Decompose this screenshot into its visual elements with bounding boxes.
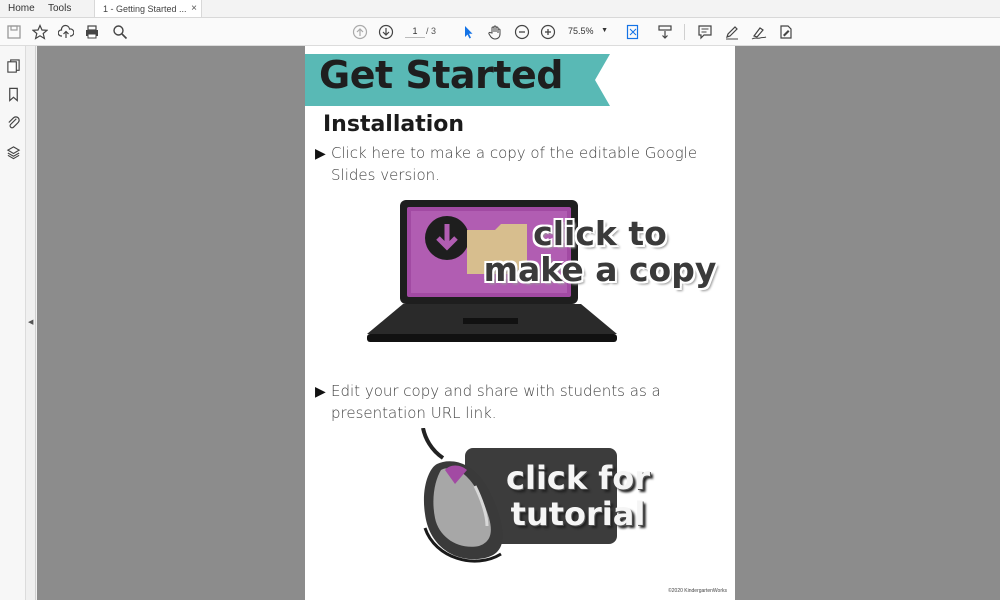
instruction-2-line-2: presentation URL link. xyxy=(331,404,497,422)
section-heading: Installation xyxy=(323,112,465,137)
tab-bar: Home Tools 1 - Getting Started ... × xyxy=(0,0,1000,18)
fill-sign-icon[interactable] xyxy=(775,22,795,42)
page-number-input[interactable]: 1 xyxy=(405,24,425,38)
tutorial-link[interactable]: click for tutorial xyxy=(493,460,663,532)
fit-page-icon[interactable] xyxy=(623,22,643,42)
zoom-select[interactable]: 75.5% ▼ xyxy=(568,24,608,38)
sign-icon[interactable] xyxy=(749,22,769,42)
tutorial-line-1: click for xyxy=(506,459,650,497)
save-icon[interactable] xyxy=(4,22,24,42)
page-total: / 3 xyxy=(426,26,437,36)
make-copy-link[interactable]: click to make a copy xyxy=(465,216,735,288)
page-down-icon[interactable] xyxy=(376,22,396,42)
print-icon[interactable] xyxy=(82,22,102,42)
close-tab-icon[interactable]: × xyxy=(191,3,197,14)
upload-icon[interactable] xyxy=(56,22,76,42)
instruction-1-line-2: Slides version. xyxy=(331,166,440,184)
zoom-value: 75.5% xyxy=(568,26,594,36)
sidebar-collapse-handle[interactable]: ◀ xyxy=(26,46,36,600)
bullet-arrow-icon: ▶ xyxy=(315,383,326,399)
comment-icon[interactable] xyxy=(695,22,715,42)
hand-icon[interactable] xyxy=(485,22,505,42)
page-up-icon[interactable] xyxy=(350,22,370,42)
select-icon[interactable] xyxy=(458,22,478,42)
tab-document-label: 1 - Getting Started ... xyxy=(103,3,187,14)
tab-document[interactable]: 1 - Getting Started ... × xyxy=(94,0,202,17)
tab-home[interactable]: Home xyxy=(0,0,40,17)
instruction-1-line-1: Click here to make a copy of the editabl… xyxy=(331,144,698,162)
highlight-icon[interactable] xyxy=(722,22,742,42)
bullet-arrow-icon: ▶ xyxy=(315,145,326,161)
pages-icon[interactable] xyxy=(3,56,23,76)
attachment-icon[interactable] xyxy=(3,112,23,132)
make-copy-line-2: make a copy xyxy=(483,250,717,289)
star-icon[interactable] xyxy=(30,22,50,42)
pdf-page: Get Started Installation ▶ Click here to… xyxy=(305,46,735,600)
make-copy-line-1: click to xyxy=(533,214,667,253)
tab-tools[interactable]: Tools xyxy=(40,0,90,17)
tutorial-line-2: tutorial xyxy=(510,495,646,533)
left-sidebar xyxy=(0,46,26,600)
scroll-mode-icon[interactable] xyxy=(655,22,675,42)
bookmark-icon[interactable] xyxy=(3,84,23,104)
search-icon[interactable] xyxy=(110,22,130,42)
chevron-down-icon: ▼ xyxy=(601,27,608,34)
instruction-2-line-1: Edit your copy and share with students a… xyxy=(331,382,661,400)
toolbar: 1 / 3 75.5% ▼ xyxy=(0,18,1000,46)
copyright-footer: ©2020 KindergartenWorks xyxy=(668,588,727,594)
layers-icon[interactable] xyxy=(3,142,23,162)
chevron-left-icon: ◀ xyxy=(28,319,34,326)
zoom-in-icon[interactable] xyxy=(538,22,558,42)
toolbar-divider xyxy=(684,24,685,40)
zoom-out-icon[interactable] xyxy=(512,22,532,42)
banner-title: Get Started xyxy=(319,53,563,97)
